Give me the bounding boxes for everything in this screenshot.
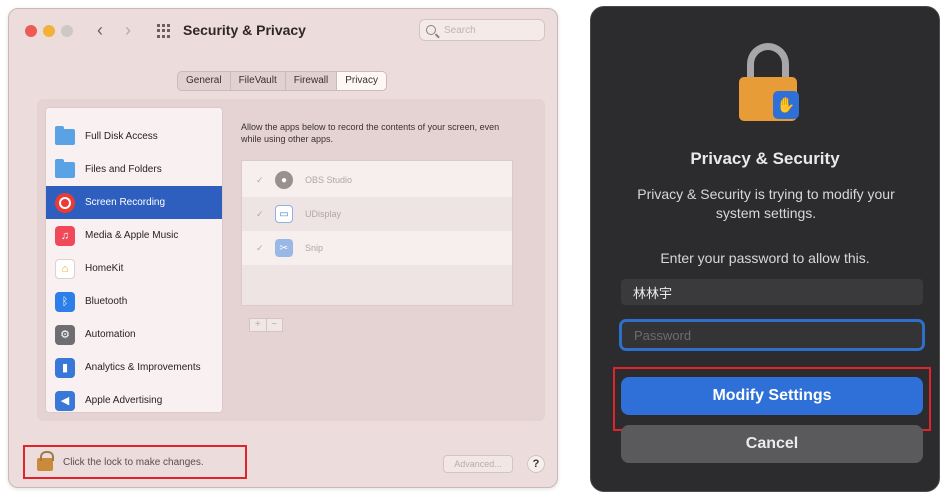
app-name: UDisplay [305,209,342,219]
tab-privacy[interactable]: Privacy [337,72,386,90]
sidebar-item-label: Full Disk Access [85,131,158,142]
sidebar-item-label: Automation [85,329,136,340]
app-permission-list: ✓ ● OBS Studio ✓ ▭ UDisplay ✓ ✂ Snip [241,160,513,306]
screen-recording-icon [55,192,75,213]
add-app-button[interactable]: + [250,319,267,331]
search-input[interactable] [444,24,539,36]
lock-button[interactable]: Click the lock to make changes. [23,445,247,479]
checkbox-checked-icon[interactable]: ✓ [256,209,265,219]
title-bar: ‹ › Security & Privacy [9,9,557,53]
lock-icon[interactable] [37,450,54,471]
tab-filevault[interactable]: FileVault [231,72,286,90]
modify-settings-button[interactable]: Modify Settings [621,377,923,415]
add-remove-control: + − [249,318,283,332]
window-title: Security & Privacy [183,22,306,38]
minimize-window-button[interactable] [43,25,55,37]
udisplay-icon: ▭ [275,205,293,223]
folder-icon [55,158,75,180]
advanced-button[interactable]: Advanced... [443,455,513,473]
sidebar-item-label: Screen Recording [85,197,166,208]
obs-icon: ● [275,171,293,189]
zoom-window-button[interactable] [61,25,73,37]
privacy-category-sidebar: Full Disk Access Files and Folders Scree… [45,107,223,413]
hand-icon: ✋ [773,91,799,119]
forward-arrow-icon[interactable]: › [125,20,131,41]
sidebar-item-files-and-folders[interactable]: Files and Folders [46,153,222,186]
app-name: Snip [305,243,324,253]
tab-bar: General FileVault Firewall Privacy [177,71,387,91]
authentication-dialog: ✋ Privacy & Security Privacy & Security … [590,6,940,492]
bluetooth-icon: ᛒ [55,291,75,312]
analytics-icon: ▮ [55,357,75,378]
sidebar-item-label: Files and Folders [85,164,162,175]
checkbox-checked-icon[interactable]: ✓ [256,175,265,185]
sidebar-item-bluetooth[interactable]: ᛒ Bluetooth [46,285,222,318]
home-icon: ⌂ [55,258,75,279]
sidebar-item-full-disk-access[interactable]: Full Disk Access [46,120,222,153]
music-icon: ♫ [55,225,75,246]
cancel-button[interactable]: Cancel [621,425,923,463]
security-privacy-window: ‹ › Security & Privacy General FileVault… [8,8,558,488]
list-item-obs-studio[interactable]: ✓ ● OBS Studio [242,163,512,197]
sidebar-item-analytics-improvements[interactable]: ▮ Analytics & Improvements [46,351,222,384]
lock-icon: ✋ [739,43,799,123]
app-name: OBS Studio [305,175,353,185]
folder-icon [55,125,75,147]
sidebar-item-label: Bluetooth [85,296,128,307]
sidebar-item-screen-recording[interactable]: Screen Recording [46,186,222,219]
sidebar-item-label: Media & Apple Music [85,230,179,241]
show-all-grid-icon[interactable] [157,24,171,38]
snip-icon: ✂ [275,239,293,257]
tab-general[interactable]: General [178,72,231,90]
dialog-title: Privacy & Security [690,149,840,168]
gear-icon: ⚙ [55,324,75,345]
password-prompt: Enter your password to allow this. [660,250,870,266]
megaphone-icon: ◀ [55,390,75,411]
help-button[interactable]: ? [527,455,545,473]
list-item-snip[interactable]: ✓ ✂ Snip [242,231,512,265]
dialog-message: Privacy & Security is trying to modify y… [637,186,895,221]
search-icon [426,25,436,35]
sidebar-item-label: Analytics & Improvements [85,362,201,373]
list-empty-row [242,265,512,305]
lock-text: Click the lock to make changes. [63,456,204,468]
password-field[interactable] [619,319,925,351]
search-field[interactable] [419,19,545,41]
screen-recording-description: Allow the apps below to record the conte… [241,122,500,144]
sidebar-item-homekit[interactable]: ⌂ HomeKit [46,252,222,285]
sidebar-item-apple-advertising[interactable]: ◀ Apple Advertising [46,384,222,412]
checkbox-checked-icon[interactable]: ✓ [256,243,265,253]
list-item-udisplay[interactable]: ✓ ▭ UDisplay [242,197,512,231]
tab-firewall[interactable]: Firewall [286,72,338,90]
sidebar-item-media-apple-music[interactable]: ♫ Media & Apple Music [46,219,222,252]
sidebar-item-label: Apple Advertising [85,395,163,406]
remove-app-button[interactable]: − [267,319,283,331]
username-field[interactable]: 林林宇 [621,279,923,305]
back-arrow-icon[interactable]: ‹ [97,20,103,41]
sidebar-item-automation[interactable]: ⚙ Automation [46,318,222,351]
close-window-button[interactable] [25,25,37,37]
sidebar-item-label: HomeKit [85,263,124,274]
